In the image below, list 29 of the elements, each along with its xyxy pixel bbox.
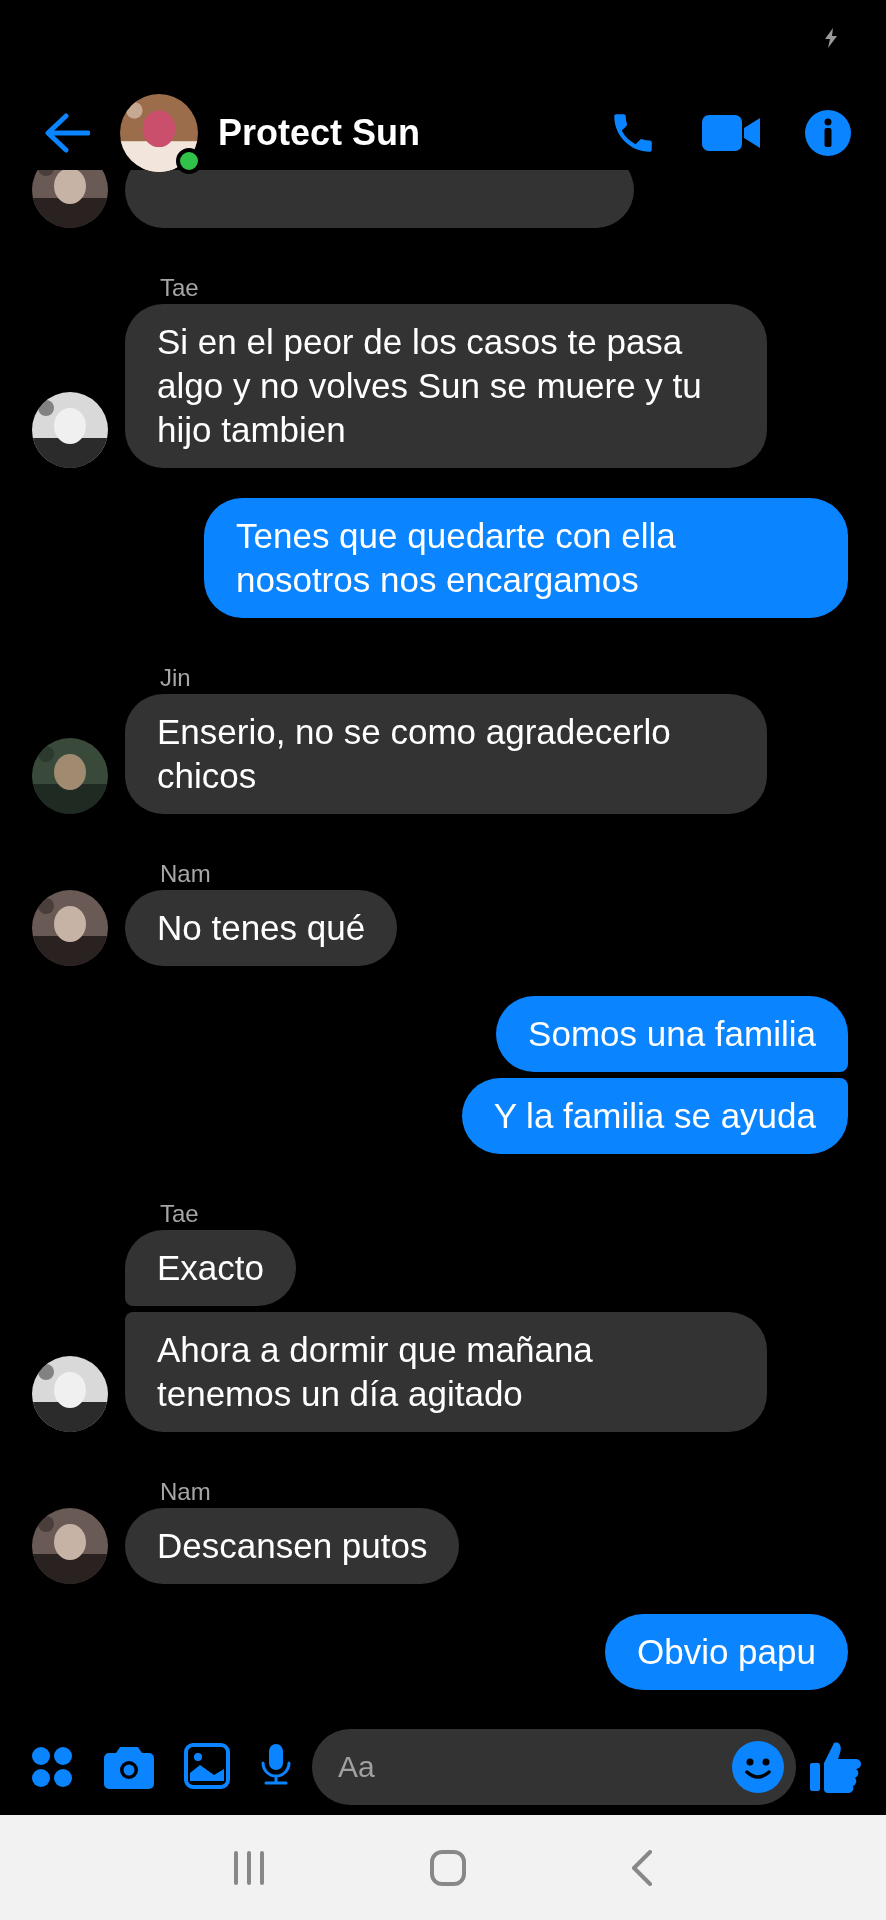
sender-name: Tae bbox=[160, 1200, 199, 1229]
sender-name: Jin bbox=[160, 664, 191, 693]
microphone-button[interactable] bbox=[260, 1743, 292, 1785]
charging-icon bbox=[824, 28, 838, 48]
back-nav-button[interactable] bbox=[631, 1849, 654, 1886]
message-bubble: Obvio papu bbox=[604, 1614, 848, 1690]
message-bubble: Ahora a dormir que mañana tenemos un día agitado bbox=[125, 1312, 767, 1432]
message-bubble: Y la familia se ayuda bbox=[461, 1078, 848, 1154]
sender-name: Tae bbox=[160, 274, 199, 303]
message-bubble: Si en el peor de los casos te pasa algo y no volves Sun se muere y tu hijo tambien bbox=[125, 304, 767, 468]
sender-name: Nam bbox=[160, 1478, 211, 1507]
message-input[interactable]: Aa bbox=[312, 1729, 796, 1805]
message-bubble: Exacto bbox=[125, 1230, 296, 1306]
camera-button[interactable] bbox=[104, 1745, 154, 1789]
emoji-icon[interactable] bbox=[732, 1741, 784, 1793]
message-bubble: Tenes que quedarte con ella nosotros nos encargamos bbox=[204, 498, 848, 618]
sender-name: Nam bbox=[160, 860, 211, 889]
info-button[interactable] bbox=[804, 108, 852, 157]
chat-title: Protect Sun bbox=[218, 111, 422, 154]
image-button[interactable] bbox=[184, 1743, 230, 1789]
message-bubble: No tenes qué bbox=[125, 890, 398, 966]
message-bubble: Somos una familia bbox=[496, 996, 848, 1072]
back-button[interactable] bbox=[44, 112, 90, 153]
message-bubble: Descansen putos bbox=[125, 1508, 460, 1584]
video-call-button[interactable] bbox=[702, 112, 760, 153]
home-button[interactable] bbox=[430, 1849, 466, 1886]
message-bubble: Enserio, no se como agradecerlo chicos bbox=[125, 694, 767, 814]
recent-apps-button[interactable] bbox=[232, 1850, 265, 1885]
apps-button[interactable] bbox=[30, 1745, 74, 1789]
